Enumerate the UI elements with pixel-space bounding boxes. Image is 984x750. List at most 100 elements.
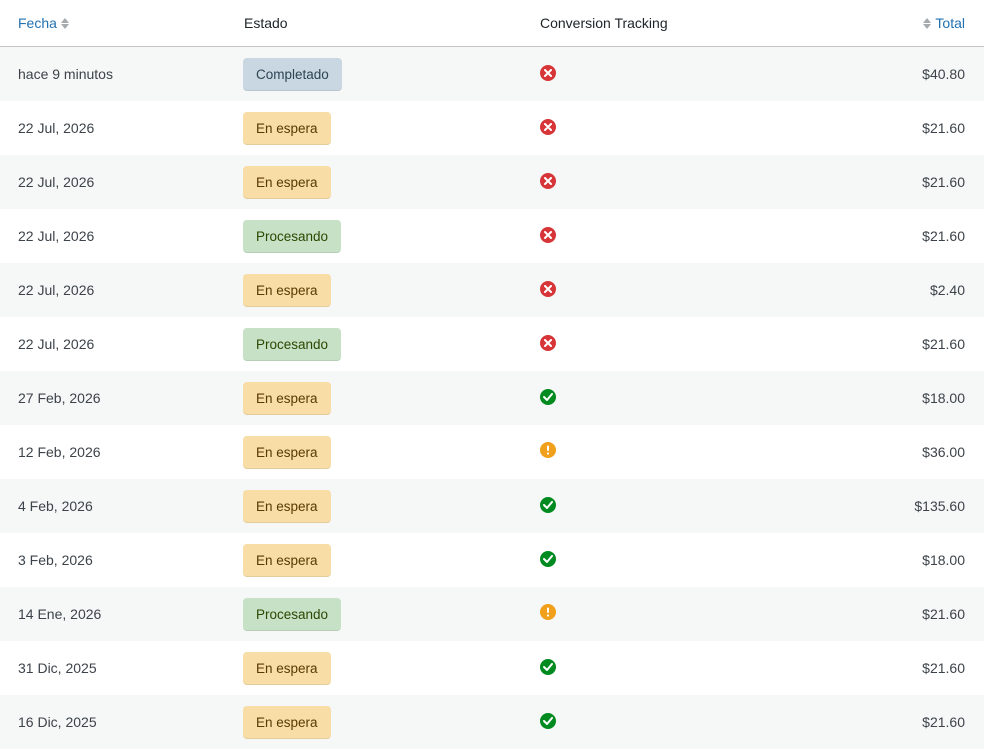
x-circle-icon — [540, 281, 556, 297]
table-row[interactable]: 14 Ene, 2026 Procesando $21.60 — [0, 587, 984, 641]
conversion-tracking-cell — [540, 604, 556, 620]
order-total: $18.00 — [922, 390, 965, 406]
order-total: $21.60 — [922, 660, 965, 676]
status-badge: En espera — [243, 436, 331, 469]
order-status-cell: En espera — [243, 706, 331, 739]
status-badge: En espera — [243, 166, 331, 199]
order-status-cell: En espera — [243, 652, 331, 685]
warning-circle-icon — [540, 442, 556, 458]
column-header-estado-label: Estado — [244, 15, 288, 31]
table-row[interactable]: 22 Jul, 2026 Procesando $21.60 — [0, 209, 984, 263]
order-total: $21.60 — [922, 606, 965, 622]
order-date: 4 Feb, 2026 — [18, 498, 93, 514]
order-total: $21.60 — [922, 174, 965, 190]
status-badge: Completado — [243, 58, 342, 91]
order-status-cell: En espera — [243, 274, 331, 307]
x-circle-icon — [540, 119, 556, 135]
order-date: 3 Feb, 2026 — [18, 552, 93, 568]
status-badge: En espera — [243, 652, 331, 685]
table-row[interactable]: hace 9 minutos Completado $40.80 — [0, 47, 984, 101]
order-date: hace 9 minutos — [18, 66, 113, 82]
check-circle-icon — [540, 659, 556, 675]
column-header-fecha-label[interactable]: Fecha — [18, 15, 57, 31]
status-badge: Procesando — [243, 598, 342, 631]
sort-icon[interactable] — [923, 17, 932, 29]
orders-table: Fecha Estado Conversion Tracking Total h… — [0, 0, 984, 749]
table-row[interactable]: 22 Jul, 2026 Procesando $21.60 — [0, 317, 984, 371]
table-row[interactable]: 27 Feb, 2026 En espera $18.00 — [0, 371, 984, 425]
conversion-tracking-cell — [540, 658, 556, 675]
conversion-tracking-cell — [540, 496, 556, 513]
status-badge: En espera — [243, 544, 331, 577]
order-status-cell: Procesando — [243, 328, 342, 361]
status-badge: En espera — [243, 706, 331, 739]
sort-icon[interactable] — [60, 17, 69, 29]
order-total: $21.60 — [922, 336, 965, 352]
order-status-cell: En espera — [243, 490, 331, 523]
order-total: $36.00 — [922, 444, 965, 460]
status-badge: En espera — [243, 382, 331, 415]
conversion-tracking-cell — [540, 64, 556, 81]
conversion-tracking-cell — [540, 226, 556, 243]
conversion-tracking-cell — [540, 712, 556, 729]
check-circle-icon — [540, 551, 556, 567]
status-badge: Procesando — [243, 220, 342, 253]
table-row[interactable]: 3 Feb, 2026 En espera $18.00 — [0, 533, 984, 587]
check-circle-icon — [540, 389, 556, 405]
warning-circle-icon — [540, 604, 556, 620]
order-date: 12 Feb, 2026 — [18, 444, 101, 460]
table-row[interactable]: 22 Jul, 2026 En espera $21.60 — [0, 155, 984, 209]
order-date: 22 Jul, 2026 — [18, 120, 95, 136]
table-row[interactable]: 22 Jul, 2026 En espera $21.60 — [0, 101, 984, 155]
order-status-cell: En espera — [243, 382, 331, 415]
conversion-tracking-cell — [540, 388, 556, 405]
order-total: $21.60 — [922, 714, 965, 730]
order-date: 22 Jul, 2026 — [18, 228, 95, 244]
order-date: 16 Dic, 2025 — [18, 714, 97, 730]
order-date: 27 Feb, 2026 — [18, 390, 101, 406]
order-total: $21.60 — [922, 228, 965, 244]
status-badge: Procesando — [243, 328, 342, 361]
order-total: $21.60 — [922, 120, 965, 136]
column-header-conversion-tracking: Conversion Tracking — [540, 15, 668, 31]
table-row[interactable]: 12 Feb, 2026 En espera $36.00 — [0, 425, 984, 479]
column-header-estado: Estado — [244, 15, 288, 31]
order-total: $2.40 — [929, 282, 965, 298]
order-date: 22 Jul, 2026 — [18, 174, 95, 190]
order-date: 14 Ene, 2026 — [18, 606, 102, 622]
conversion-tracking-cell — [540, 550, 556, 567]
column-header-conversion-label: Conversion Tracking — [540, 15, 668, 31]
order-total: $18.00 — [922, 552, 965, 568]
conversion-tracking-cell — [540, 118, 556, 135]
column-header-total[interactable]: Total — [919, 15, 965, 31]
order-status-cell: En espera — [243, 544, 331, 577]
x-circle-icon — [540, 65, 556, 81]
conversion-tracking-cell — [540, 334, 556, 351]
table-row[interactable]: 16 Dic, 2025 En espera $21.60 — [0, 695, 984, 749]
table-row[interactable]: 31 Dic, 2025 En espera $21.60 — [0, 641, 984, 695]
column-header-total-label[interactable]: Total — [935, 15, 965, 31]
order-status-cell: Completado — [243, 58, 342, 91]
order-date: 31 Dic, 2025 — [18, 660, 97, 676]
order-total: $40.80 — [922, 66, 965, 82]
table-row[interactable]: 4 Feb, 2026 En espera $135.60 — [0, 479, 984, 533]
order-status-cell: Procesando — [243, 220, 342, 253]
order-status-cell: En espera — [243, 166, 331, 199]
x-circle-icon — [540, 173, 556, 189]
order-status-cell: En espera — [243, 436, 331, 469]
x-circle-icon — [540, 227, 556, 243]
status-badge: En espera — [243, 112, 331, 145]
x-circle-icon — [540, 335, 556, 351]
check-circle-icon — [540, 497, 556, 513]
table-header: Fecha Estado Conversion Tracking Total — [0, 0, 984, 47]
status-badge: En espera — [243, 490, 331, 523]
conversion-tracking-cell — [540, 442, 556, 458]
order-status-cell: Procesando — [243, 598, 342, 631]
conversion-tracking-cell — [540, 280, 556, 297]
order-total: $135.60 — [914, 498, 965, 514]
column-header-fecha[interactable]: Fecha — [18, 15, 73, 31]
check-circle-icon — [540, 713, 556, 729]
order-date: 22 Jul, 2026 — [18, 336, 95, 352]
table-row[interactable]: 22 Jul, 2026 En espera $2.40 — [0, 263, 984, 317]
status-badge: En espera — [243, 274, 331, 307]
